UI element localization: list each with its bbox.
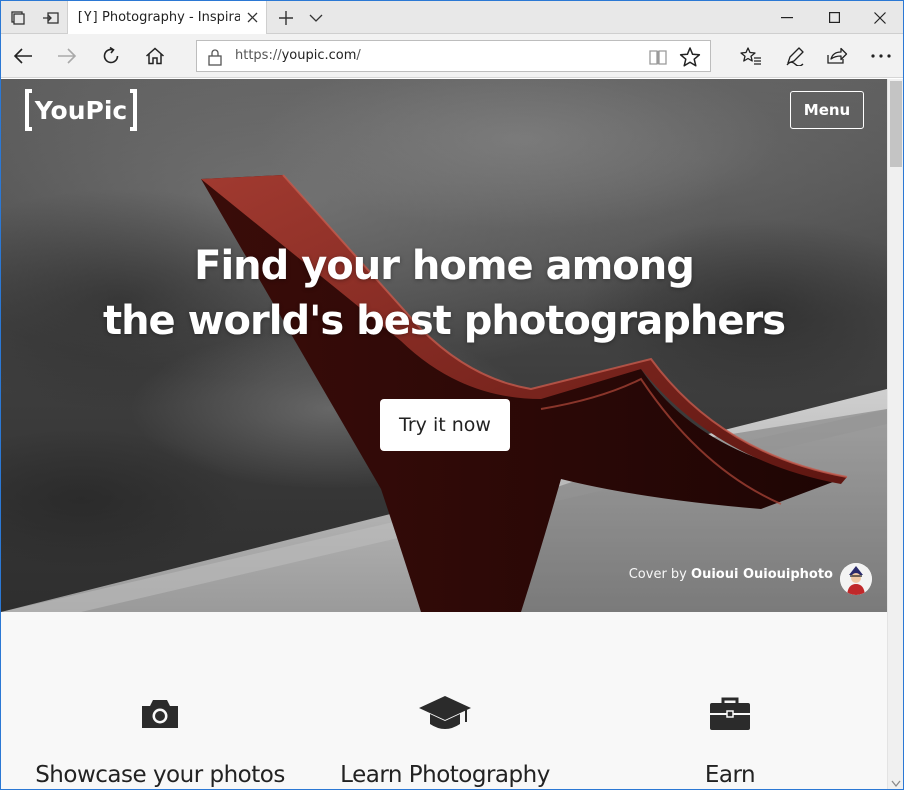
briefcase-icon: [702, 692, 758, 736]
tab-aside-icon[interactable]: [1, 1, 34, 34]
camera-icon: [132, 692, 188, 736]
scrollbar-thumb[interactable]: [890, 81, 902, 167]
hero-headline: Find your home among the world's best ph…: [1, 239, 887, 349]
share-icon[interactable]: [815, 34, 859, 78]
more-options-icon[interactable]: [859, 34, 903, 78]
feature-label-earn: Earn: [704, 762, 756, 788]
feature-earn: Earn: [590, 692, 870, 788]
cover-credit: Cover by Ouioui Ouiouiphoto: [581, 567, 833, 582]
feature-label-learn: Learn Photography: [340, 762, 550, 788]
minimize-icon[interactable]: [764, 1, 810, 34]
url-text[interactable]: https://youpic.com/: [235, 48, 361, 63]
logo-right-bracket: [130, 89, 137, 131]
tab-youpic[interactable]: [Y] Photography - Inspiratio: [67, 1, 267, 34]
url-path: /: [356, 48, 361, 63]
credit-author-link[interactable]: Ouioui Ouiouiphoto: [691, 567, 833, 582]
chevron-down-icon[interactable]: [301, 1, 331, 34]
youpic-logo[interactable]: YouPic: [25, 89, 137, 131]
page-viewport: YouPic Menu Find your home among the wor…: [1, 79, 887, 789]
avatar-image: [840, 563, 872, 595]
scroll-down-arrow-icon[interactable]: [891, 780, 901, 788]
back-arrow-icon[interactable]: [1, 34, 45, 78]
feature-learn: Learn Photography: [305, 692, 585, 788]
home-icon[interactable]: [133, 34, 177, 78]
browser-window: [Y] Photography - Inspiratio: [0, 0, 904, 790]
navigation-bar: https://youpic.com/: [1, 34, 903, 78]
new-tab-icon[interactable]: [271, 1, 301, 34]
features-section: Showcase your photos Learn Photography E…: [1, 612, 887, 789]
set-tabs-aside-glyph: [42, 11, 59, 24]
youpic-favicon-icon: [Y]: [76, 10, 100, 25]
headline-line-1: Find your home among: [194, 243, 695, 289]
maximize-icon[interactable]: [811, 1, 857, 34]
logo-text: YouPic: [34, 95, 128, 125]
web-note-pen-icon[interactable]: [773, 34, 817, 78]
set-tabs-aside-icon[interactable]: [34, 1, 67, 34]
vertical-scrollbar[interactable]: [887, 79, 903, 789]
lock-icon: [208, 49, 222, 66]
tab-aside-glyph: [10, 10, 25, 25]
favorites-hub-icon[interactable]: [729, 34, 773, 78]
forward-arrow-icon[interactable]: [45, 34, 89, 78]
url-host: youpic.com: [281, 48, 357, 63]
reading-view-icon[interactable]: [648, 47, 668, 67]
author-avatar[interactable]: [840, 563, 872, 595]
menu-button[interactable]: Menu: [790, 91, 864, 129]
address-bar[interactable]: https://youpic.com/: [196, 40, 711, 72]
close-tab-icon[interactable]: [244, 9, 260, 25]
feature-label-showcase: Showcase your photos: [35, 762, 285, 788]
headline-line-2: the world's best photographers: [102, 298, 786, 344]
credit-prefix: Cover by: [628, 567, 692, 582]
try-it-now-button[interactable]: Try it now: [380, 399, 510, 451]
feature-showcase: Showcase your photos: [20, 692, 300, 788]
graduation-cap-icon: [417, 692, 473, 736]
hero-section: YouPic Menu Find your home among the wor…: [1, 79, 887, 612]
url-scheme: https://: [235, 48, 282, 63]
close-window-icon[interactable]: [857, 1, 903, 34]
tab-title: Photography - Inspiratio: [102, 10, 240, 25]
logo-left-bracket: [25, 89, 32, 131]
favorite-star-icon[interactable]: [679, 46, 701, 68]
tab-bar: [Y] Photography - Inspiratio: [1, 1, 903, 34]
refresh-icon[interactable]: [89, 34, 133, 78]
